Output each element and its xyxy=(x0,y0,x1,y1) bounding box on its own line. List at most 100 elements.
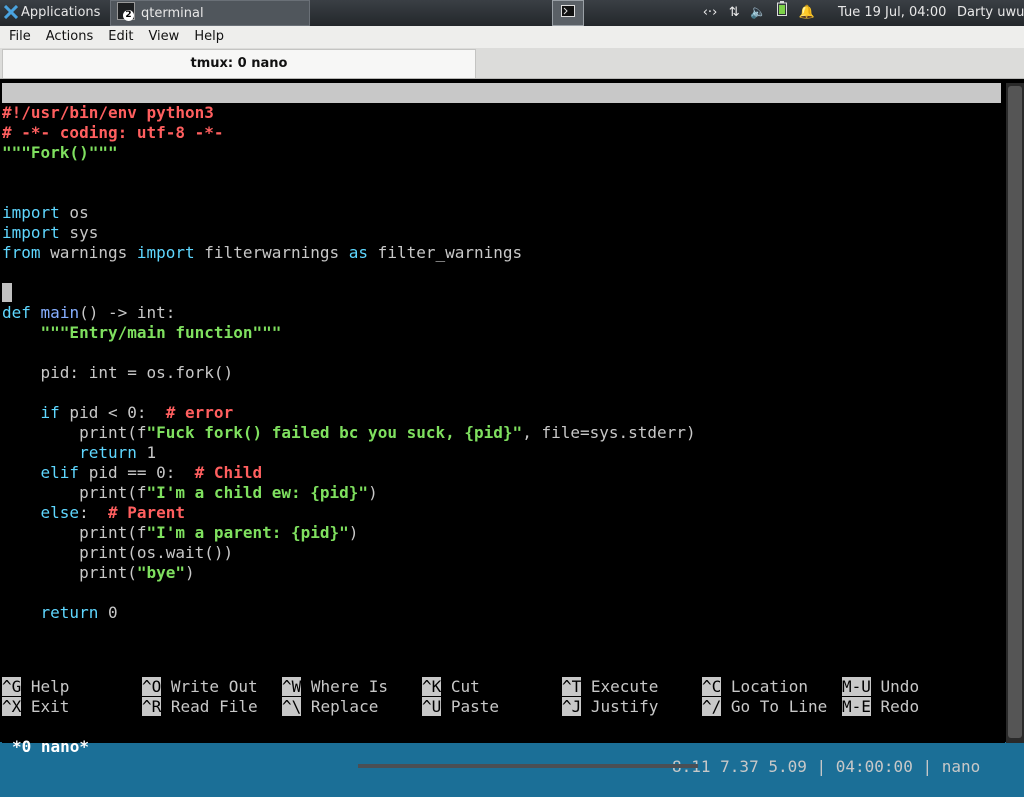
code-token: pid < 0: xyxy=(59,403,166,422)
shortcut-key: ^W xyxy=(282,677,302,696)
network-arrows-icon[interactable]: ‹·› xyxy=(700,0,720,26)
shortcut-help[interactable]: ^G Help xyxy=(2,677,69,697)
shortcut-label: Redo xyxy=(870,697,920,716)
shortcut-redo[interactable]: M-E Redo xyxy=(842,697,919,717)
code-token: pid == 0: xyxy=(79,463,195,482)
shortcut-label: Justify xyxy=(581,697,659,716)
shortcut-justify[interactable]: ^J Justify xyxy=(562,697,658,717)
shortcut-write-out[interactable]: ^O Write Out xyxy=(142,677,258,697)
shortcut-label: Go To Line xyxy=(721,697,828,716)
shortcut-label: Exit xyxy=(21,697,70,716)
menu-view[interactable]: View xyxy=(139,26,185,48)
code-line[interactable]: """Entry/main function""" xyxy=(2,323,282,343)
shortcut-key: ^J xyxy=(562,697,582,716)
user-name[interactable]: Darty uwu xyxy=(957,0,1024,26)
code-token: else xyxy=(40,503,80,522)
code-line[interactable]: from warnings import filterwarnings as f… xyxy=(2,243,522,263)
shortcut-key: ^G xyxy=(2,677,22,696)
code-line[interactable]: return 0 xyxy=(2,603,118,623)
menu-file[interactable]: File xyxy=(0,26,37,48)
menu-help[interactable]: Help xyxy=(185,26,230,48)
shortcut-key: ^C xyxy=(702,677,722,696)
shortcut-replace[interactable]: ^\ Replace xyxy=(282,697,378,717)
battery-icon[interactable] xyxy=(772,0,792,26)
shortcut-execute[interactable]: ^T Execute xyxy=(562,677,658,697)
terminal-icon: 2 xyxy=(117,2,135,21)
tab-bar: tmux: 0 nano xyxy=(0,48,1024,79)
code-token: # Parent xyxy=(107,503,186,522)
code-token: print(os.wait()) xyxy=(2,543,234,562)
shortcut-location[interactable]: ^C Location xyxy=(702,677,808,697)
bottom-dock xyxy=(358,764,698,768)
code-token: def xyxy=(2,303,31,322)
shortcut-exit[interactable]: ^X Exit xyxy=(2,697,69,717)
code-token: ) xyxy=(185,563,195,582)
code-token: main xyxy=(40,303,80,322)
terminal-area[interactable]: GNU nano 6.2 what.py * #!/usr/bin/env py… xyxy=(2,83,1005,776)
code-line[interactable] xyxy=(2,283,12,303)
clock[interactable]: Tue 19 Jul, 04:00 xyxy=(838,0,946,26)
tab-tmux[interactable]: tmux: 0 nano xyxy=(2,49,476,78)
terminal-launcher-icon[interactable] xyxy=(552,0,584,26)
tmux-window-label[interactable]: *0 nano* xyxy=(12,737,89,757)
code-line[interactable]: print(f"Fuck fork() failed bc you suck, … xyxy=(2,423,696,443)
scrollbar-thumb[interactable] xyxy=(1008,86,1022,738)
code-line[interactable]: elif pid == 0: # Child xyxy=(2,463,263,483)
code-token: "I'm a child ew: {pid}" xyxy=(146,483,369,502)
terminal-scrollbar[interactable] xyxy=(1006,83,1024,743)
applications-label: Applications xyxy=(21,5,101,20)
code-token: print(f xyxy=(2,423,147,442)
taskbar-qterminal[interactable]: 2 qterminal xyxy=(110,0,310,26)
code-token: : xyxy=(79,503,108,522)
shortcut-undo[interactable]: M-U Undo xyxy=(842,677,919,697)
shortcut-label: Cut xyxy=(441,677,480,696)
top-panel: Applications 2 qterminal ‹·› ⇅ 🔈 🔔 Tue 19… xyxy=(0,0,1024,26)
qterminal-window: File Actions Edit View Help tmux: 0 nano GNU… xyxy=(0,26,1024,776)
code-line[interactable]: print(f"I'm a child ew: {pid}") xyxy=(2,483,378,503)
code-line[interactable]: print(os.wait()) xyxy=(2,543,233,563)
shortcut-where-is[interactable]: ^W Where Is xyxy=(282,677,388,697)
code-line[interactable]: import os xyxy=(2,203,89,223)
shortcut-label: Paste xyxy=(441,697,500,716)
code-line[interactable]: pid: int = os.fork() xyxy=(2,363,234,383)
code-token: () -> int: xyxy=(79,303,176,322)
shortcut-key: ^O xyxy=(142,677,162,696)
code-line[interactable]: import sys xyxy=(2,223,98,243)
tray-icons: ‹·› ⇅ 🔈 🔔 xyxy=(700,0,817,26)
code-line[interactable]: """Fork()""" xyxy=(2,143,118,163)
menu-actions[interactable]: Actions xyxy=(37,26,100,48)
shortcut-label: Execute xyxy=(581,677,659,696)
code-line[interactable]: print(f"I'm a parent: {pid}") xyxy=(2,523,358,543)
applications-menu-button[interactable]: Applications xyxy=(0,0,106,26)
shortcut-cut[interactable]: ^K Cut xyxy=(422,677,480,697)
code-token: as xyxy=(348,243,369,262)
notification-bell-icon[interactable]: 🔔 xyxy=(797,0,817,26)
code-line[interactable]: def main() -> int: xyxy=(2,303,175,323)
shortcut-go-to-line[interactable]: ^/ Go To Line xyxy=(702,697,827,717)
shortcut-label: Undo xyxy=(870,677,920,696)
code-token: if xyxy=(40,403,60,422)
shortcut-label: Help xyxy=(21,677,70,696)
shortcut-paste[interactable]: ^U Paste xyxy=(422,697,499,717)
transfer-icon[interactable]: ⇅ xyxy=(724,0,744,26)
menu-edit[interactable]: Edit xyxy=(99,26,139,48)
code-token: print(f xyxy=(2,523,147,542)
nano-title-bar: GNU nano 6.2 what.py * xyxy=(2,83,1001,142)
code-token: "bye" xyxy=(136,563,186,582)
tmux-status-bar: *0 nano* 8.11 7.37 5.09 | 04:00:00 | nan… xyxy=(2,717,1005,776)
code-line[interactable]: return 1 xyxy=(2,443,156,463)
code-token: from xyxy=(2,243,41,262)
volume-icon[interactable]: 🔈 xyxy=(748,0,768,26)
code-line[interactable]: if pid < 0: # error xyxy=(2,403,234,423)
text-cursor xyxy=(2,283,12,302)
code-token: 1 xyxy=(136,443,157,462)
shortcut-read-file[interactable]: ^R Read File xyxy=(142,697,258,717)
code-token: # -*- coding: utf-8 -*- xyxy=(2,123,224,142)
code-line[interactable]: print("bye") xyxy=(2,563,195,583)
code-line[interactable]: else: # Parent xyxy=(2,503,186,523)
code-line[interactable]: # -*- coding: utf-8 -*- xyxy=(2,123,224,143)
code-line[interactable]: #!/usr/bin/env python3 xyxy=(2,103,214,123)
